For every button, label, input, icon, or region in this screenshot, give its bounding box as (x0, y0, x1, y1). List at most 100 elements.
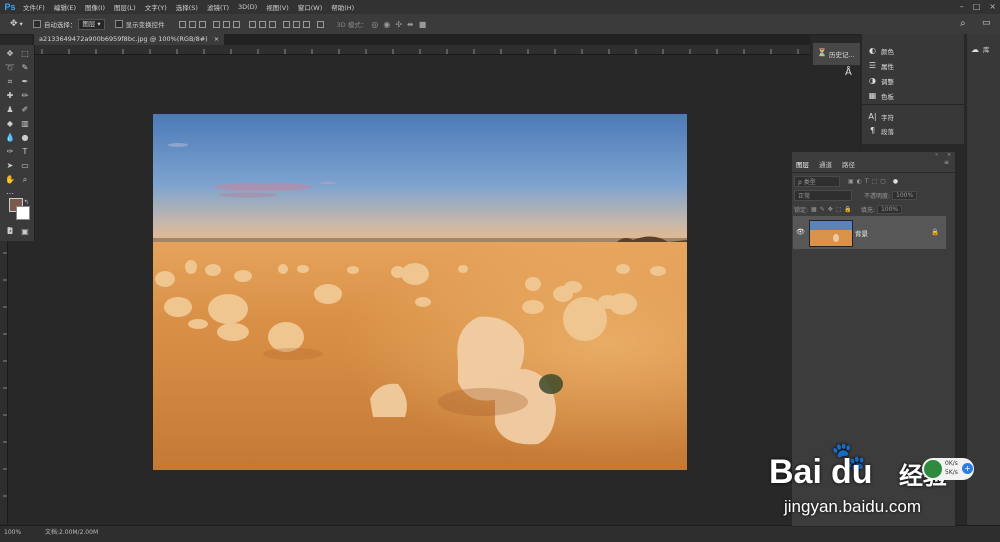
distribute-bottom-icon[interactable] (268, 20, 276, 28)
show-transform-checkbox[interactable]: 显示变换控件 (114, 19, 165, 29)
align-vcenter-icon[interactable] (188, 20, 196, 28)
glyph-panel-icon[interactable]: Å (845, 67, 852, 78)
brush-tool-icon[interactable]: ✏ (19, 90, 31, 101)
tab-channels[interactable]: 通道 (819, 159, 832, 169)
path-selection-tool-icon[interactable]: ➤ (4, 160, 16, 171)
distribute-vcenter-icon[interactable] (258, 20, 266, 28)
minimize-button[interactable]: – (960, 2, 964, 12)
opacity-label: 不透明度: (864, 193, 891, 200)
align-bottom-icon[interactable] (198, 20, 206, 28)
color-panel-button[interactable]: ◐ 颜色 (868, 46, 894, 57)
search-icon[interactable]: ⌕ (960, 18, 966, 29)
move-tool-icon[interactable]: ✥ (10, 19, 18, 29)
libraries-panel-button[interactable]: ☁ 库 (971, 44, 990, 55)
3d-pan-icon[interactable]: ✣ (395, 20, 402, 29)
collapse-icon[interactable]: » (935, 152, 938, 158)
menu-layer[interactable]: 图层(L) (114, 2, 136, 12)
opacity-field[interactable]: 100% (892, 191, 918, 200)
paragraph-icon: ¶ (869, 126, 876, 135)
3d-scale-icon[interactable]: ■ (419, 20, 427, 29)
tab-paths[interactable]: 路径 (842, 159, 855, 169)
menu-file[interactable]: 文件(F) (23, 2, 45, 12)
background-color-swatch[interactable] (16, 206, 30, 220)
eraser-tool-icon[interactable]: ◆ (4, 118, 16, 129)
add-icon[interactable]: + (962, 463, 973, 474)
healing-brush-tool-icon[interactable]: ✚ (4, 90, 16, 101)
visibility-eye-icon[interactable]: 👁 (796, 228, 805, 236)
character-label: 字符 (881, 114, 894, 122)
menu-edit[interactable]: 编辑(E) (54, 2, 76, 12)
3d-orbit-icon[interactable]: ◎ (371, 20, 378, 29)
properties-label: 属性 (881, 63, 894, 71)
swatches-panel-button[interactable]: ▦ 色板 (868, 91, 894, 102)
menu-window[interactable]: 窗口(W) (298, 2, 323, 12)
align-left-icon[interactable] (212, 20, 220, 28)
auto-align-icon[interactable] (316, 20, 324, 28)
document-info[interactable]: 文档:2.00M/2.00M (45, 526, 98, 540)
hand-tool-icon[interactable]: ✋ (4, 174, 16, 185)
align-right-icon[interactable] (232, 20, 240, 28)
dodge-tool-icon[interactable]: ● (19, 132, 31, 143)
properties-panel-button[interactable]: ☰ 属性 (868, 61, 894, 72)
menu-help[interactable]: 帮助(H) (331, 2, 354, 12)
distribute-hcenter-icon[interactable] (292, 20, 300, 28)
menu-type[interactable]: 文字(Y) (145, 2, 167, 12)
crop-tool-icon[interactable]: ⌗ (4, 76, 16, 87)
menu-select[interactable]: 选择(S) (176, 2, 198, 12)
lasso-tool-icon[interactable]: ➰ (4, 62, 16, 73)
close-button[interactable]: × (989, 2, 996, 12)
menu-filter[interactable]: 滤镜(T) (207, 2, 229, 12)
menu-3d[interactable]: 3D(D) (238, 3, 257, 11)
layer-filter-icons[interactable]: ▣◐T⬚▢ (848, 178, 889, 185)
gradient-tool-icon[interactable]: ▥ (19, 118, 31, 129)
history-icon: ⏳ (817, 48, 827, 57)
menu-view[interactable]: 视图(V) (266, 2, 289, 12)
tool-preset-chevron-icon[interactable]: ▾ (20, 20, 23, 28)
distribute-top-icon[interactable] (248, 20, 256, 28)
marquee-tool-icon[interactable]: ⬚ (19, 48, 31, 59)
quick-select-tool-icon[interactable]: ✎ (19, 62, 31, 73)
distribute-left-icon[interactable] (282, 20, 290, 28)
speed-ball-icon (924, 460, 942, 478)
lock-icons[interactable]: ▦✎✥⬚🔒 (811, 206, 855, 213)
close-panel-icon[interactable]: × (947, 152, 951, 158)
blend-mode-dropdown[interactable]: 正常 (794, 190, 852, 201)
history-panel-button[interactable]: ⏳ 历史记... (812, 42, 862, 66)
zoom-tool-icon[interactable]: ⌕ (19, 174, 31, 185)
move-tool-icon[interactable]: ✥ (4, 48, 16, 59)
history-brush-tool-icon[interactable]: ✐ (19, 104, 31, 115)
clone-stamp-tool-icon[interactable]: ♟ (4, 104, 16, 115)
menu-image[interactable]: 图像(I) (85, 2, 105, 12)
quick-mask-icon[interactable]: ◘ (4, 226, 16, 237)
maximize-button[interactable]: □ (973, 2, 981, 12)
auto-select-checkbox[interactable]: 自动选择： (32, 19, 76, 29)
zoom-level[interactable]: 100% (4, 526, 21, 540)
eyedropper-tool-icon[interactable]: ✒ (19, 76, 31, 87)
screen-mode-icon[interactable]: ▣ (19, 226, 31, 237)
blur-tool-icon[interactable]: 💧 (4, 132, 16, 143)
auto-select-value: 图层 (82, 19, 96, 28)
type-tool-icon[interactable]: T (19, 146, 31, 157)
paragraph-panel-button[interactable]: ¶ 段落 (868, 126, 894, 137)
document-image[interactable] (153, 114, 687, 470)
fill-field[interactable]: 100% (876, 205, 903, 214)
workspace-icon[interactable]: ▭ (982, 18, 991, 28)
close-tab-icon[interactable]: × (214, 35, 219, 43)
3d-roll-icon[interactable]: ◉ (383, 20, 390, 29)
layer-name: 背景 (855, 230, 868, 238)
document-tab[interactable]: a2133649472a900b6959f8bc.jpg @ 100%(RGB/… (34, 34, 225, 45)
panel-menu-icon[interactable]: ≡ (944, 159, 949, 166)
layer-filter-dropdown[interactable]: ρ 类型 (794, 176, 840, 187)
align-top-icon[interactable] (178, 20, 186, 28)
status-bar: 100% 文档:2.00M/2.00M (0, 525, 1000, 542)
distribute-right-icon[interactable] (302, 20, 310, 28)
auto-select-dropdown[interactable]: 图层 ▾ (78, 18, 105, 30)
3d-slide-icon[interactable]: ⬌ (407, 20, 414, 29)
tab-layers[interactable]: 图层 (796, 159, 809, 169)
filter-toggle-icon[interactable]: ● (893, 178, 898, 185)
rectangle-tool-icon[interactable]: ▭ (19, 160, 31, 171)
character-panel-button[interactable]: A| 字符 (868, 112, 894, 123)
adjustments-panel-button[interactable]: ◑ 调整 (868, 76, 894, 87)
pen-tool-icon[interactable]: ✑ (4, 146, 16, 157)
align-hcenter-icon[interactable] (222, 20, 230, 28)
